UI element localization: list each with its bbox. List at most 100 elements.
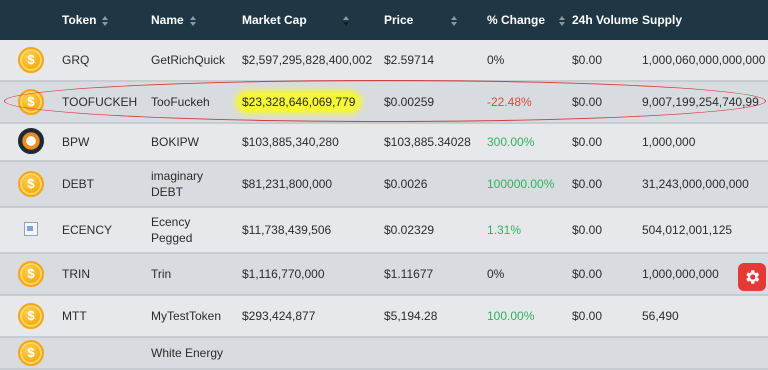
supply-value-cell [642,337,768,370]
header-icon [0,0,62,40]
token-name[interactable]: Trin [151,267,171,281]
price-value: $1.11677 [384,267,434,281]
supply-value-cell: 31,243,000,000,000 [642,161,768,208]
token-symbol-cell: ECENCY [62,207,151,254]
supply-value: 504,012,001,125 [642,223,733,237]
market-cap-value-cell: $23,328,646,069,779 [238,81,384,124]
gear-icon [746,270,760,284]
header-change[interactable]: % Change [487,0,572,40]
volume-value-cell: $0.00 [572,161,642,208]
header-price[interactable]: Price [384,0,487,40]
change-value: 300.00% [487,135,535,149]
table-row[interactable]: BPW BOKIPW $103,885,340,280 $103,885.34028 3… [0,123,768,162]
settings-button[interactable] [738,263,766,291]
table-row[interactable]: $ White Energy [0,337,768,370]
token-name[interactable]: TooFuckeh [151,95,210,109]
token-name[interactable]: White Energy [151,346,223,360]
highlighted-market-cap-value: $23,328,646,069,779 [238,93,360,111]
table-row[interactable]: $ TOOFUCKEH TooFuckeh $23,328,646,069,779 $0… [0,81,768,124]
supply-value: 1,000,060,000,000,000 [642,53,766,67]
market-cap-value: $11,738,439,506 [242,223,332,237]
market-cap-value-cell: $1,116,770,000 [242,253,384,296]
table-row[interactable]: $ GRQ GetRichQuick $2,597,295,828,400,002 $2… [0,40,768,82]
supply-value-cell: 1,000,060,000,000,000 [642,40,768,82]
change-value-cell: 300.00% [487,123,572,162]
volume-value-cell: $0.00 [572,81,642,124]
price-value-cell: $2.59714 [384,40,487,82]
header-name[interactable]: Name [151,0,242,40]
volume-value-cell [572,337,642,370]
sort-icon[interactable] [342,15,349,26]
price-value-cell: $0.00259 [384,81,487,124]
table-row[interactable]: $ MTT MyTestToken $293,424,877 $5,194.28 100.… [0,295,768,338]
volume-value: $0.00 [572,267,603,281]
volume-value-cell: $0.00 [572,253,642,296]
token-symbol[interactable]: BPW [62,135,89,149]
market-cap-value-cell: $2,597,295,828,400,002 [242,40,384,82]
market-cap-value-cell: $103,885,340,280 [242,123,384,162]
sort-icon[interactable] [189,15,196,26]
token-table-page: Token Name Market Cap Price % Change 24h… [0,0,768,370]
token-symbol-cell [62,337,151,370]
token-icon-cell [0,207,62,254]
header-supply: Supply [642,0,768,40]
token-name[interactable]: imaginary DEBT [151,169,203,199]
market-cap-value-cell [242,337,384,370]
table-row[interactable]: $ DEBT imaginary DEBT $81,231,800,000 $0.002… [0,161,768,208]
token-symbol[interactable]: GRQ [62,53,89,67]
price-value: $0.00259 [384,95,435,109]
dollar-coin-icon: $ [18,89,44,115]
token-name[interactable]: MyTestToken [151,309,221,323]
table-row[interactable]: ECENCY Ecency Pegged $11,738,439,506 $0.023… [0,207,768,254]
market-cap-value-cell: $293,424,877 [242,295,384,338]
token-symbol[interactable]: TOOFUCKEH [62,95,137,109]
supply-value-cell: 56,490 [642,295,768,338]
sort-icon[interactable] [102,15,109,26]
market-cap-value: $293,424,877 [242,309,316,323]
header-market-cap[interactable]: Market Cap [242,0,384,40]
token-symbol[interactable]: MTT [62,309,87,323]
token-name-cell: White Energy [151,337,242,370]
price-value-cell: $5,194.28 [384,295,487,338]
token-symbol-cell: GRQ [62,40,151,82]
volume-value: $0.00 [572,177,603,191]
price-value-cell [384,337,487,370]
sort-icon[interactable] [559,15,566,26]
price-value: $5,194.28 [384,309,438,323]
token-name-cell: GetRichQuick [151,40,242,82]
header-volume: 24h Volume [572,0,642,40]
token-name-cell: MyTestToken [151,295,242,338]
token-name[interactable]: GetRichQuick [151,53,225,67]
token-name-cell: TooFuckeh [151,81,242,124]
token-icon-cell: $ [0,295,62,338]
supply-value: 31,243,000,000,000 [642,177,749,191]
volume-value: $0.00 [572,53,603,67]
volume-value-cell: $0.00 [572,295,642,338]
token-icon-cell: $ [0,161,62,208]
token-symbol[interactable]: DEBT [62,177,94,191]
token-name[interactable]: Ecency Pegged [151,215,192,245]
change-value-cell: 100000.00% [487,161,572,208]
token-symbol[interactable]: TRIN [62,267,90,281]
volume-value-cell: $0.00 [572,123,642,162]
price-value: $103,885.34028 [384,135,471,149]
market-cap-value: $81,231,800,000 [242,177,333,191]
token-name-cell: Trin [151,253,242,296]
price-value-cell: $103,885.34028 [384,123,487,162]
dollar-coin-icon: $ [18,303,44,329]
change-value-cell: 1.31% [487,207,572,254]
header-token[interactable]: Token [62,0,151,40]
change-value-cell: -22.48% [487,81,572,124]
market-cap-value-cell: $81,231,800,000 [242,161,384,208]
change-value: 1.31% [487,223,522,237]
price-value: $0.0026 [384,177,428,191]
token-icon-cell: $ [0,253,62,296]
sort-icon[interactable] [451,15,458,26]
table-row[interactable]: $ TRIN Trin $1,116,770,000 $1.11677 0% $0.00 1,… [0,253,768,296]
change-value-cell [487,337,572,370]
volume-value: $0.00 [572,95,603,109]
supply-value-cell: 9,007,199,254,740,99 [642,81,768,124]
token-symbol[interactable]: ECENCY [62,223,112,237]
token-name[interactable]: BOKIPW [151,135,199,149]
volume-value-cell: $0.00 [572,40,642,82]
